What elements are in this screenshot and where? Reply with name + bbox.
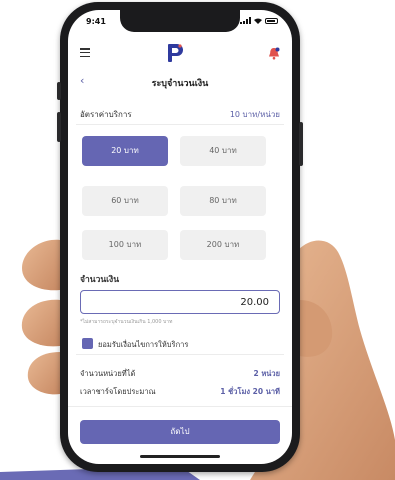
rate-value: 10 บาท/หน่วย <box>229 110 280 119</box>
status-icons <box>240 17 278 24</box>
logo-icon <box>168 44 183 62</box>
hamburger-icon[interactable] <box>80 48 90 57</box>
bell-icon[interactable] <box>268 47 280 60</box>
amount-option-20[interactable]: 20 บาท <box>82 136 168 166</box>
units-row: จำนวนหน่วยที่ได้ 2 หน่วย <box>80 366 280 382</box>
rate-label: อัตราค่าบริการ <box>80 110 132 119</box>
page-title: ระบุจำนวนเงิน <box>151 79 209 89</box>
units-value: 2 หน่วย <box>253 369 280 378</box>
amount-label: จำนวนเงิน <box>80 275 120 285</box>
amount-option-40[interactable]: 40 บาท <box>180 136 266 166</box>
power-button <box>299 122 303 166</box>
amount-input[interactable] <box>80 290 280 314</box>
units-label: จำนวนหน่วยที่ได้ <box>80 369 136 378</box>
page-header: ‹ ระบุจำนวนเงิน <box>68 72 292 92</box>
checkbox-icon[interactable] <box>82 338 93 349</box>
time-value: 1 ชั่วโมง 20 นาที <box>220 387 280 396</box>
mute-switch <box>57 82 61 100</box>
app-topbar <box>68 40 292 66</box>
time-label: เวลาชาร์จโดยประมาณ <box>80 387 156 396</box>
amount-option-60[interactable]: 60 บาท <box>82 186 168 216</box>
amount-hint: *ไม่สามารถระบุจำนวนเงินเกิน 1,000 บาท <box>80 319 173 325</box>
phone-screen: 9:41 ‹ ระบุจำนวนเงิน อัตราค่าบริการ 10 บ… <box>68 10 292 464</box>
amount-option-100[interactable]: 100 บาท <box>82 230 168 260</box>
time-row: เวลาชาร์จโดยประมาณ 1 ชั่วโมง 20 นาที <box>80 384 280 400</box>
wifi-icon <box>254 18 262 24</box>
home-indicator <box>140 455 220 458</box>
signal-icon <box>240 17 251 24</box>
consent-label: ยอมรับเงื่อนไขการให้บริการ <box>98 340 189 349</box>
amount-option-80[interactable]: 80 บาท <box>180 186 266 216</box>
status-time: 9:41 <box>86 17 106 26</box>
amount-option-200[interactable]: 200 บาท <box>180 230 266 260</box>
battery-icon <box>265 17 278 24</box>
phone-frame: 9:41 ‹ ระบุจำนวนเงิน อัตราค่าบริการ 10 บ… <box>57 2 303 472</box>
notch <box>120 10 240 32</box>
rate-row: อัตราค่าบริการ 10 บาท/หน่วย <box>76 104 284 125</box>
volume-up-button <box>57 112 61 142</box>
divider <box>68 406 292 407</box>
consent-row: ยอมรับเงื่อนไขการให้บริการ <box>76 334 284 355</box>
next-button[interactable]: ถัดไป <box>80 420 280 444</box>
